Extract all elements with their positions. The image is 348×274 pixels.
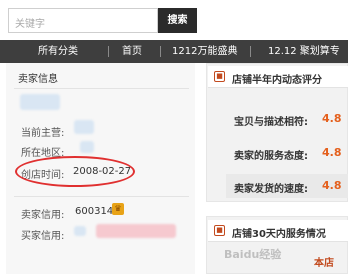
search-input[interactable]: 关键字 (8, 8, 158, 33)
nav-item-1212[interactable]: 1212万能盛典 (172, 40, 237, 63)
section-divider (14, 196, 189, 197)
main-business-label: 当前主营: (21, 128, 65, 139)
crown-icon: ♛ (112, 203, 124, 215)
ratings-title: 店铺半年内动态评分 (232, 75, 322, 86)
service-header: ■ 店铺30天内服务情况 (208, 220, 348, 242)
nav-item-all-categories[interactable]: 所有分类 (38, 40, 78, 63)
blurred-content (20, 94, 60, 110)
rating-value-description: 4.8 (322, 112, 342, 125)
service-title: 店铺30天内服务情况 (232, 229, 326, 240)
watermark: Baidu经验 (224, 248, 282, 261)
blurred-location (80, 141, 94, 153)
blurred-main-business (74, 120, 94, 134)
buyer-credit-label: 买家信用: (21, 231, 65, 242)
rating-value-shipping: 4.8 (322, 179, 342, 192)
rating-label-service: 卖家的服务态度: (234, 151, 308, 162)
store-label: 本店 (314, 258, 334, 269)
nav-divider (160, 46, 161, 57)
ratings-header: ■ 店铺半年内动态评分 (208, 66, 348, 88)
seller-info-title: 卖家信息 (18, 74, 58, 85)
blurred-buyer-credit-icon (74, 226, 86, 236)
search-button[interactable]: 搜索 (158, 8, 197, 33)
nav-divider (108, 46, 109, 57)
highlight-circle (15, 156, 135, 187)
seller-credit-label: 卖家信用: (21, 210, 65, 221)
section-divider (14, 88, 189, 89)
rating-label-description: 宝贝与描述相符: (234, 117, 308, 128)
shop-icon: ■ (214, 225, 225, 236)
seller-credit-value: 600314 (75, 206, 114, 217)
blurred-buyer-credit (96, 224, 176, 238)
nav-bar: 所有分类 首页 1212万能盛典 12.12 聚划算专 (0, 40, 348, 63)
nav-item-juhuasuan[interactable]: 12.12 聚划算专 (268, 40, 340, 63)
rating-label-shipping: 卖家发货的速度: (234, 184, 308, 195)
nav-divider (250, 46, 251, 57)
rating-value-service: 4.8 (322, 146, 342, 159)
nav-item-home[interactable]: 首页 (122, 40, 142, 63)
shop-icon: ■ (214, 71, 225, 82)
